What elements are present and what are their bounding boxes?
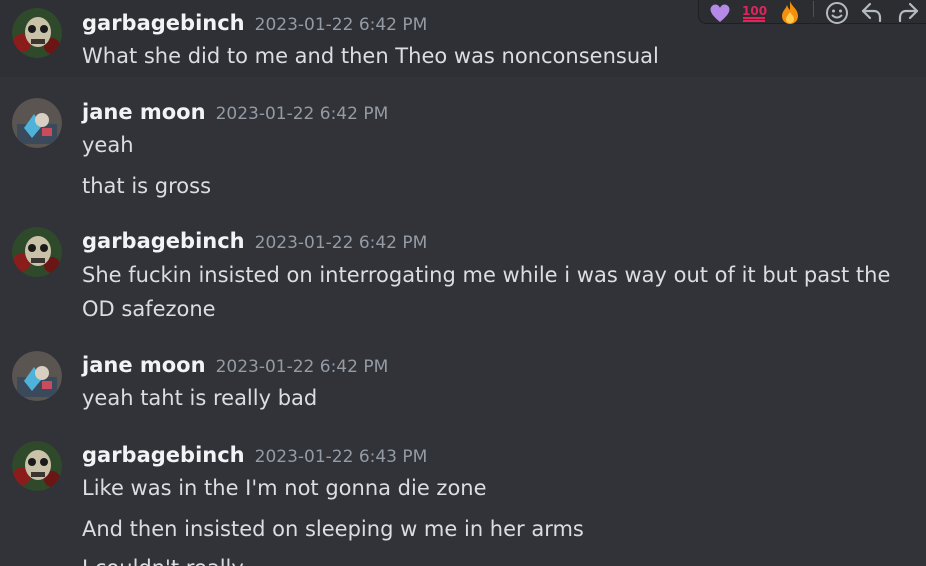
message[interactable]: garbagebinch 2023-01-22 6:43 PM Like was … [0, 430, 926, 566]
svg-text:100: 100 [742, 4, 767, 18]
hundred-points-icon[interactable]: 100 [741, 0, 767, 25]
message-text: I couldn't really [82, 556, 244, 566]
avatar-jane-moon[interactable] [12, 351, 62, 401]
timestamp[interactable]: 2023-01-22 6:43 PM [255, 447, 428, 467]
timestamp[interactable]: 2023-01-22 6:42 PM [255, 15, 428, 35]
avatar-garbagebinch[interactable] [12, 8, 62, 58]
message-toolbar: 100 [698, 0, 926, 24]
message[interactable]: garbagebinch 2023-01-22 6:42 PM What she … [0, 0, 926, 77]
message-text: that is gross [82, 174, 212, 198]
message[interactable]: jane moon 2023-01-22 6:42 PM yeah that is… [0, 85, 926, 215]
message[interactable]: garbagebinch 2023-01-22 6:42 PM She fucki… [0, 215, 926, 340]
avatar-garbagebinch[interactable] [12, 227, 62, 277]
fire-icon[interactable] [777, 0, 803, 25]
toolbar-divider [813, 1, 814, 17]
username[interactable]: garbagebinch [82, 229, 245, 253]
message-text: And then insisted on sleeping w me in he… [82, 517, 584, 541]
timestamp[interactable]: 2023-01-22 6:42 PM [216, 104, 389, 124]
message-text: She fuckin insisted on interrogating me … [82, 263, 891, 287]
add-reaction-icon[interactable] [825, 0, 851, 25]
chat-messages: garbagebinch 2023-01-22 6:42 PM What she … [0, 0, 926, 566]
username[interactable]: jane moon [82, 353, 206, 377]
message-text: Like was in the I'm not gonna die zone [82, 476, 487, 500]
forward-icon[interactable] [895, 0, 921, 25]
message[interactable]: jane moon 2023-01-22 6:42 PM yeah taht is… [0, 340, 926, 430]
reply-icon[interactable] [859, 0, 885, 25]
message-text: yeah [82, 133, 134, 157]
purple-heart-icon[interactable] [707, 0, 733, 25]
username[interactable]: garbagebinch [82, 11, 245, 35]
timestamp[interactable]: 2023-01-22 6:42 PM [216, 357, 389, 377]
username[interactable]: garbagebinch [82, 443, 245, 467]
avatar-jane-moon[interactable] [12, 98, 62, 148]
message-text: What she did to me and then Theo was non… [82, 44, 659, 68]
message-text: yeah taht is really bad [82, 386, 318, 410]
timestamp[interactable]: 2023-01-22 6:42 PM [255, 233, 428, 253]
avatar-garbagebinch[interactable] [12, 441, 62, 491]
username[interactable]: jane moon [82, 100, 206, 124]
message-text: OD safezone [82, 297, 216, 321]
